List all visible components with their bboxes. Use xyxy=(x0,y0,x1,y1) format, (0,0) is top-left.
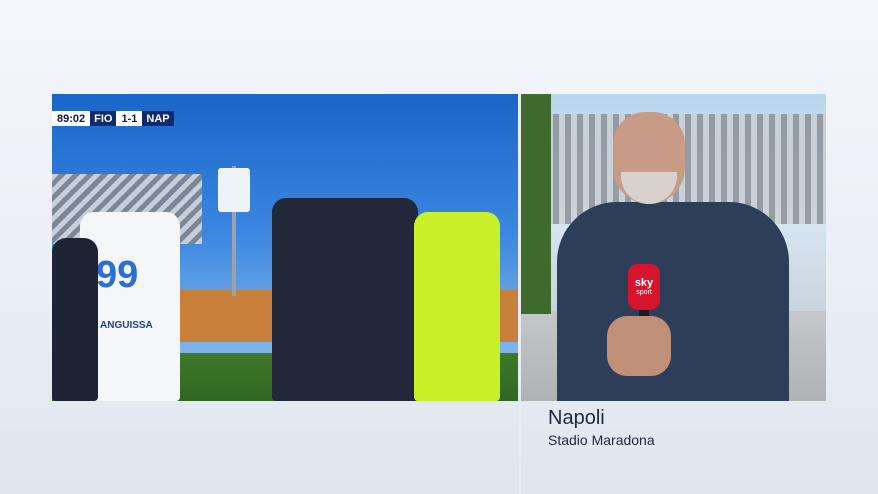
tree xyxy=(521,94,551,314)
match-clock: 89:02 xyxy=(52,111,91,126)
reporter-figure xyxy=(557,202,789,401)
sky-sport-mic-flag: sky sport xyxy=(628,264,660,310)
mic-sub-label: sport xyxy=(636,289,652,296)
mic-brand-label: sky xyxy=(634,277,654,289)
player-shirt-name: ANGUISSA xyxy=(100,320,153,331)
man-in-suit-figure xyxy=(272,198,418,401)
referee-figure xyxy=(414,212,500,401)
location-subtitle: Stadio Maradona xyxy=(548,432,655,448)
scoreboard: 89:02 FIO 1-1 NAP xyxy=(52,111,174,126)
reporter-hand xyxy=(607,316,671,376)
location-title: Napoli xyxy=(548,407,605,429)
team-home: FIO xyxy=(90,111,117,126)
staff-figure xyxy=(52,238,98,401)
match-score: 1-1 xyxy=(116,111,143,126)
reporter-video-feed: sky sport xyxy=(521,94,826,401)
floodlight xyxy=(218,168,250,212)
match-video-feed: 99 ANGUISSA 89:02 FIO 1-1 NAP xyxy=(52,94,518,401)
player-number: 99 xyxy=(96,254,139,296)
team-away: NAP xyxy=(142,111,174,126)
